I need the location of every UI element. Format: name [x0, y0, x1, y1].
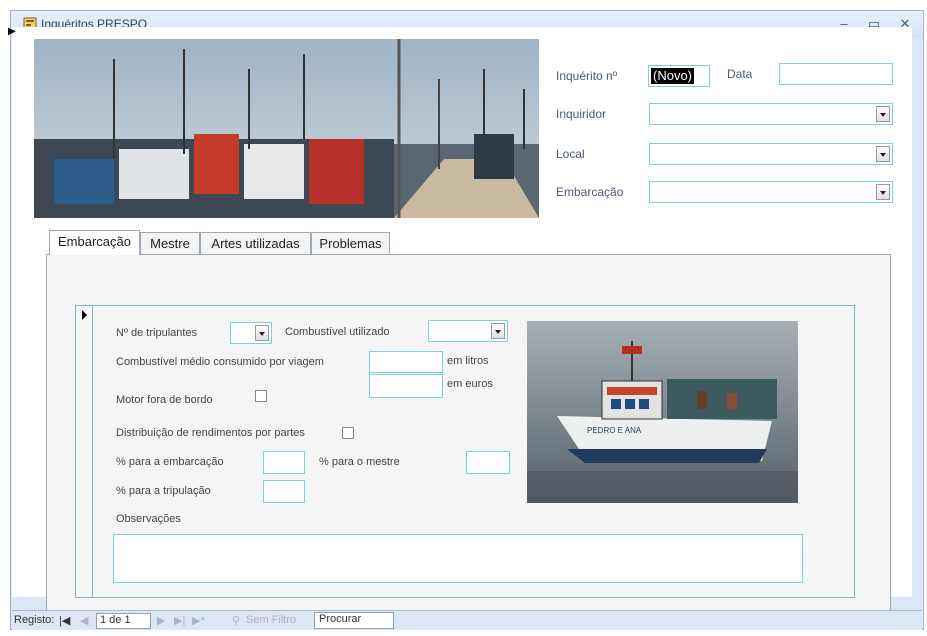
registo-label: Registo: [14, 614, 55, 626]
boat-photo: PEDRO E ANA [527, 321, 798, 503]
consumo-label: Combustível médio consumido por viagem [116, 356, 324, 368]
combustivel-label: Combustível utilizado [285, 326, 390, 338]
first-record-icon[interactable]: |◀ [59, 614, 70, 627]
subform-record-selector[interactable] [76, 306, 93, 597]
boat-name-text: PEDRO E ANA [587, 426, 642, 435]
motor-checkbox[interactable] [255, 390, 267, 402]
chevron-down-icon[interactable] [876, 184, 890, 200]
record-navigator: Registo: |◀ ◀ 1 de 1 ▶ ▶| ▶* ⚲ Sem Filtr… [12, 610, 922, 630]
search-box[interactable]: Procurar [314, 612, 394, 629]
em-litros-label: em litros [447, 355, 489, 367]
last-record-icon[interactable]: ▶| [174, 614, 185, 627]
motor-label: Motor fora de bordo [116, 394, 213, 406]
data-label: Data [727, 67, 753, 81]
tab-artes-utilizadas[interactable]: Artes utilizadas [200, 232, 311, 254]
tripulantes-combo[interactable] [230, 322, 272, 344]
next-record-icon[interactable]: ▶ [157, 614, 165, 627]
chevron-down-icon[interactable] [876, 146, 890, 162]
combustivel-combo[interactable] [428, 320, 508, 342]
inquerito-label: Inquérito nº [556, 69, 618, 83]
record-selector[interactable]: ▶ [8, 26, 16, 37]
consumo-litros-field[interactable] [369, 351, 443, 373]
filter-status[interactable]: Sem Filtro [246, 614, 296, 626]
local-label: Local [556, 147, 585, 161]
inquiridor-label: Inquiridor [556, 107, 607, 121]
em-euros-label: em euros [447, 378, 493, 390]
inquerito-value: (Novo) [651, 68, 695, 84]
data-field[interactable] [779, 63, 893, 85]
embarcacao-combo[interactable] [649, 181, 893, 203]
tab-mestre[interactable]: Mestre [140, 232, 200, 254]
distribuicao-checkbox[interactable] [342, 427, 354, 439]
pct-embarcacao-label: % para a embarcação [116, 456, 224, 468]
inquiridor-combo[interactable] [649, 103, 893, 125]
filter-icon: ⚲ [232, 615, 241, 627]
new-record-icon[interactable]: ▶* [192, 614, 205, 627]
pct-mestre-field[interactable] [466, 451, 510, 474]
current-record-field[interactable]: 1 de 1 [96, 613, 151, 629]
chevron-down-icon[interactable] [876, 106, 890, 122]
harbor-photo [34, 39, 539, 218]
pct-tripulacao-label: % para a tripulação [116, 485, 211, 497]
tripulantes-label: Nº de tripulantes [116, 327, 198, 339]
inquerito-field[interactable]: (Novo) [648, 65, 710, 87]
consumo-euros-field[interactable] [369, 374, 443, 398]
observacoes-label: Observações [116, 513, 181, 525]
tab-embarcacao[interactable]: Embarcação [49, 230, 140, 255]
pct-tripulacao-field[interactable] [263, 480, 305, 503]
chevron-down-icon[interactable] [255, 325, 269, 341]
local-combo[interactable] [649, 143, 893, 165]
embarcacao-label: Embarcação [556, 185, 624, 199]
prev-record-icon[interactable]: ◀ [80, 614, 88, 627]
distribuicao-label: Distribuição de rendimentos por partes [116, 427, 305, 439]
observacoes-field[interactable] [113, 534, 803, 583]
chevron-down-icon[interactable] [491, 323, 505, 339]
pct-embarcacao-field[interactable] [263, 451, 305, 474]
tab-problemas[interactable]: Problemas [311, 232, 390, 254]
pct-mestre-label: % para o mestre [319, 456, 400, 468]
